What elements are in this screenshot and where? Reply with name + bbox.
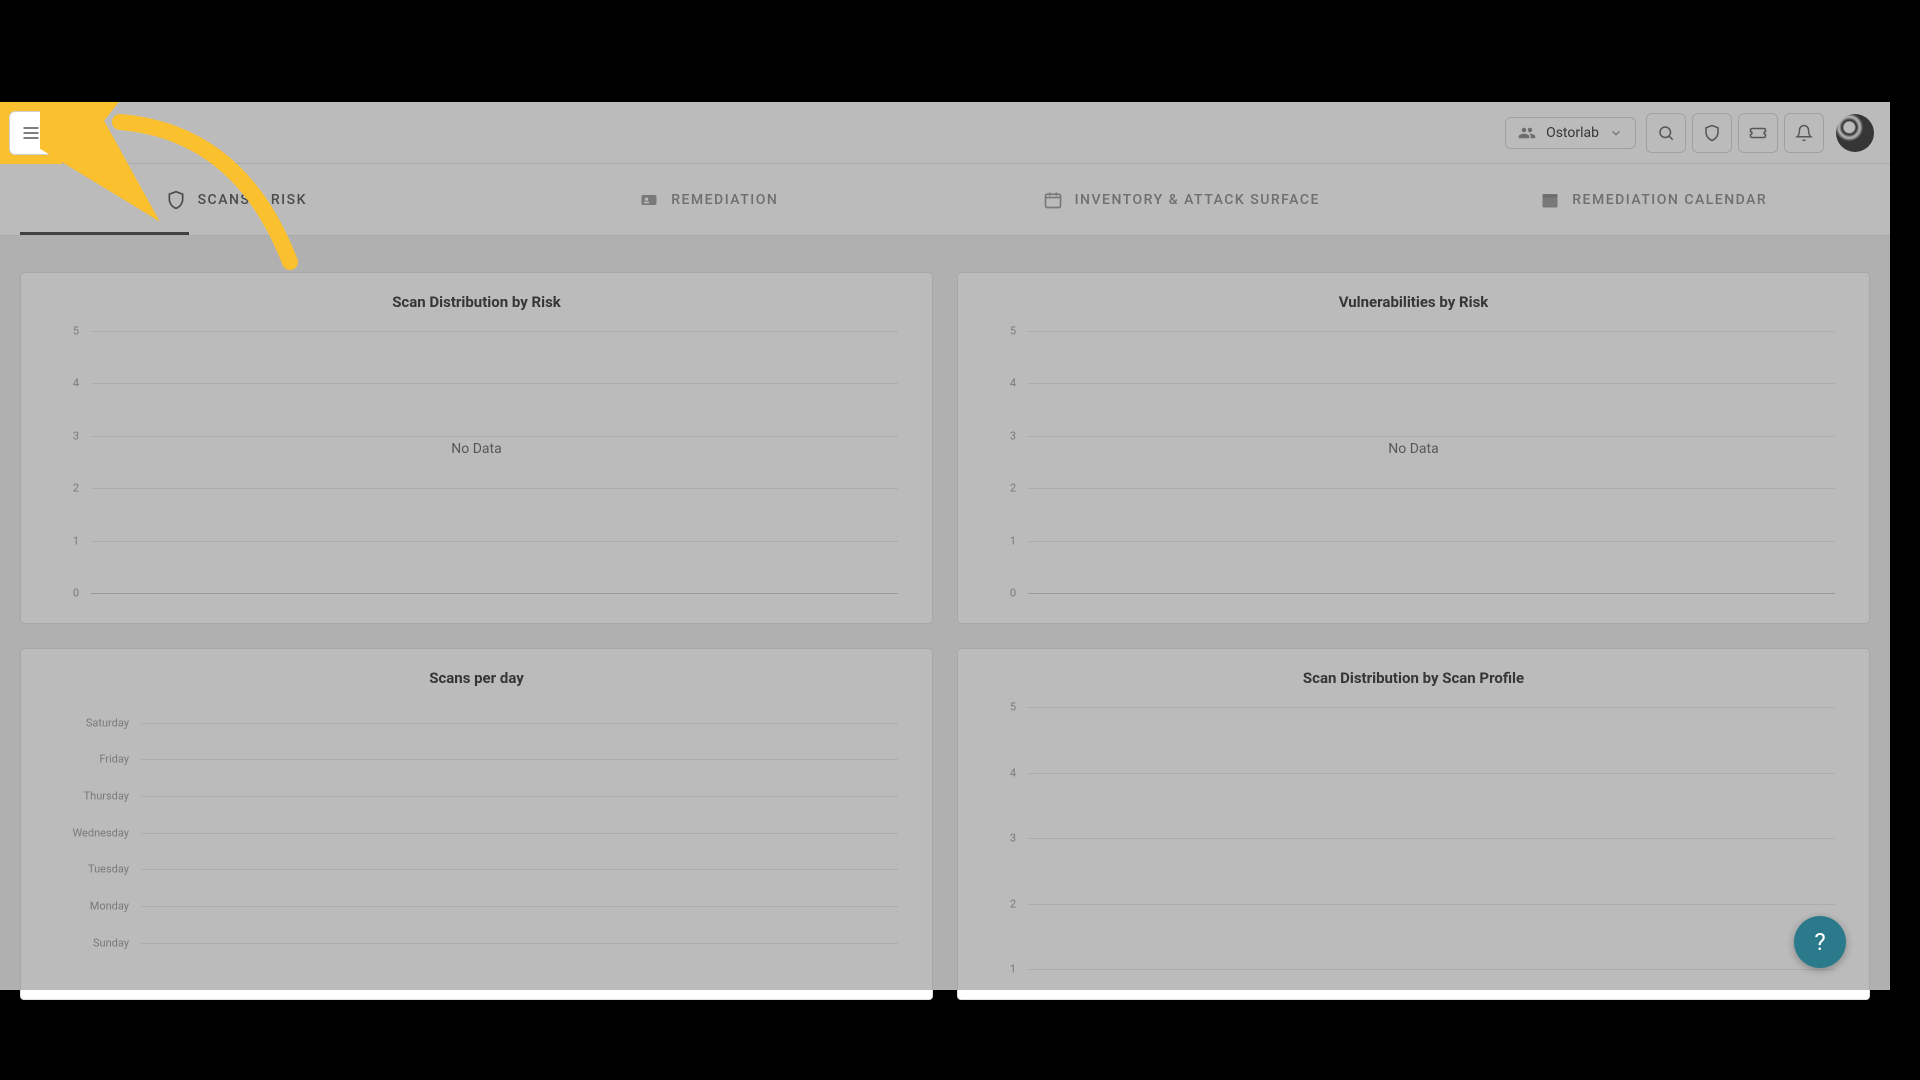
y-tick: 0: [73, 587, 79, 600]
bell-icon: [1795, 124, 1813, 142]
y-axis: 5 4 3 2 1 0: [982, 331, 1022, 593]
chart-scans-per-day: Saturday Friday Thursday Wednesday Tuesd…: [45, 707, 908, 987]
org-label: Ostorlab: [1546, 125, 1599, 141]
id-card-icon: [639, 190, 659, 210]
y-tick: 4: [1010, 766, 1016, 779]
gridlines: [1028, 707, 1835, 969]
hamburger-icon: [21, 123, 41, 143]
menu-toggle-button[interactable]: [9, 111, 53, 155]
brand-logo: [70, 115, 106, 151]
org-selector[interactable]: Ostorlab: [1505, 117, 1636, 149]
y-tick: 1: [1010, 963, 1016, 976]
letterbox-top: [0, 0, 1920, 102]
card-scans-per-day: Scans per day Saturday Friday Thursday W…: [20, 648, 933, 1000]
no-data-label: No Data: [1388, 441, 1438, 457]
dashboard-content: Scan Distribution by Risk 5 4 3 2 1 0: [0, 236, 1890, 1036]
y-axis: 5 4 3 2 1 0: [45, 331, 85, 593]
chart-scan-distribution-profile: 5 4 3 2 1: [982, 707, 1845, 987]
y-tick: 1: [73, 534, 79, 547]
shield-outline-icon: [166, 190, 186, 210]
y-tick: Thursday: [84, 790, 129, 803]
gridlines: [141, 707, 898, 969]
help-button[interactable]: ?: [1794, 916, 1846, 968]
user-avatar[interactable]: [1836, 114, 1874, 152]
gridlines: [1028, 331, 1835, 593]
card-title: Vulnerabilities by Risk: [982, 293, 1845, 311]
y-tick: Friday: [99, 753, 129, 766]
search-button[interactable]: [1646, 113, 1686, 153]
chevron-down-icon: [1609, 126, 1623, 140]
y-tick: 3: [73, 429, 79, 442]
gridlines: [91, 331, 898, 593]
tab-label: SCANS & RISK: [198, 192, 307, 208]
hamburger-highlight: [0, 102, 62, 164]
app-container: Ostorlab SCANS & RISK REMEDIATION INVENT…: [0, 102, 1890, 990]
shield-icon: [1703, 124, 1721, 142]
card-scan-distribution-risk: Scan Distribution by Risk 5 4 3 2 1 0: [20, 272, 933, 624]
tab-remediation-calendar[interactable]: REMEDIATION CALENDAR: [1418, 164, 1891, 235]
shield-button[interactable]: [1692, 113, 1732, 153]
calendar-icon: [1043, 190, 1063, 210]
tab-remediation[interactable]: REMEDIATION: [473, 164, 946, 235]
tabs: SCANS & RISK REMEDIATION INVENTORY & ATT…: [0, 164, 1890, 236]
tab-label: REMEDIATION CALENDAR: [1572, 192, 1767, 208]
group-icon: [1518, 124, 1536, 142]
ticket-button[interactable]: [1738, 113, 1778, 153]
y-tick: Tuesday: [88, 863, 129, 876]
y-tick: Sunday: [93, 936, 129, 949]
help-label: ?: [1814, 928, 1825, 956]
y-tick: 2: [73, 482, 79, 495]
tab-label: REMEDIATION: [671, 192, 778, 208]
letterbox-right: [1890, 102, 1920, 990]
chart-vulnerabilities-risk: 5 4 3 2 1 0 No Data: [982, 331, 1845, 611]
ticket-icon: [1749, 124, 1767, 142]
y-tick: 5: [73, 325, 79, 338]
card-title: Scan Distribution by Scan Profile: [982, 669, 1845, 687]
no-data-label: No Data: [451, 441, 501, 457]
y-tick: Wednesday: [72, 826, 129, 839]
y-tick: Saturday: [86, 716, 129, 729]
y-tick: 3: [1010, 429, 1016, 442]
calendar-filled-icon: [1540, 190, 1560, 210]
notifications-button[interactable]: [1784, 113, 1824, 153]
card-title: Scans per day: [45, 669, 908, 687]
y-tick: 1: [1010, 534, 1016, 547]
y-tick: 0: [1010, 587, 1016, 600]
topbar: Ostorlab: [0, 102, 1890, 164]
card-title: Scan Distribution by Risk: [45, 293, 908, 311]
y-tick: 4: [73, 377, 79, 390]
card-vulnerabilities-risk: Vulnerabilities by Risk 5 4 3 2 1 0: [957, 272, 1870, 624]
y-axis: Saturday Friday Thursday Wednesday Tuesd…: [45, 707, 135, 969]
y-tick: 2: [1010, 897, 1016, 910]
card-scan-distribution-profile: Scan Distribution by Scan Profile 5 4 3 …: [957, 648, 1870, 1000]
y-tick: 5: [1010, 701, 1016, 714]
y-tick: 4: [1010, 377, 1016, 390]
y-tick: Monday: [90, 900, 129, 913]
chart-scan-distribution-risk: 5 4 3 2 1 0 No Data: [45, 331, 908, 611]
y-axis: 5 4 3 2 1: [982, 707, 1022, 969]
search-icon: [1657, 124, 1675, 142]
y-tick: 3: [1010, 832, 1016, 845]
y-tick: 2: [1010, 482, 1016, 495]
tab-label: INVENTORY & ATTACK SURFACE: [1075, 192, 1320, 208]
y-tick: 5: [1010, 325, 1016, 338]
tab-inventory[interactable]: INVENTORY & ATTACK SURFACE: [945, 164, 1418, 235]
tab-scans-risk[interactable]: SCANS & RISK: [0, 164, 473, 235]
